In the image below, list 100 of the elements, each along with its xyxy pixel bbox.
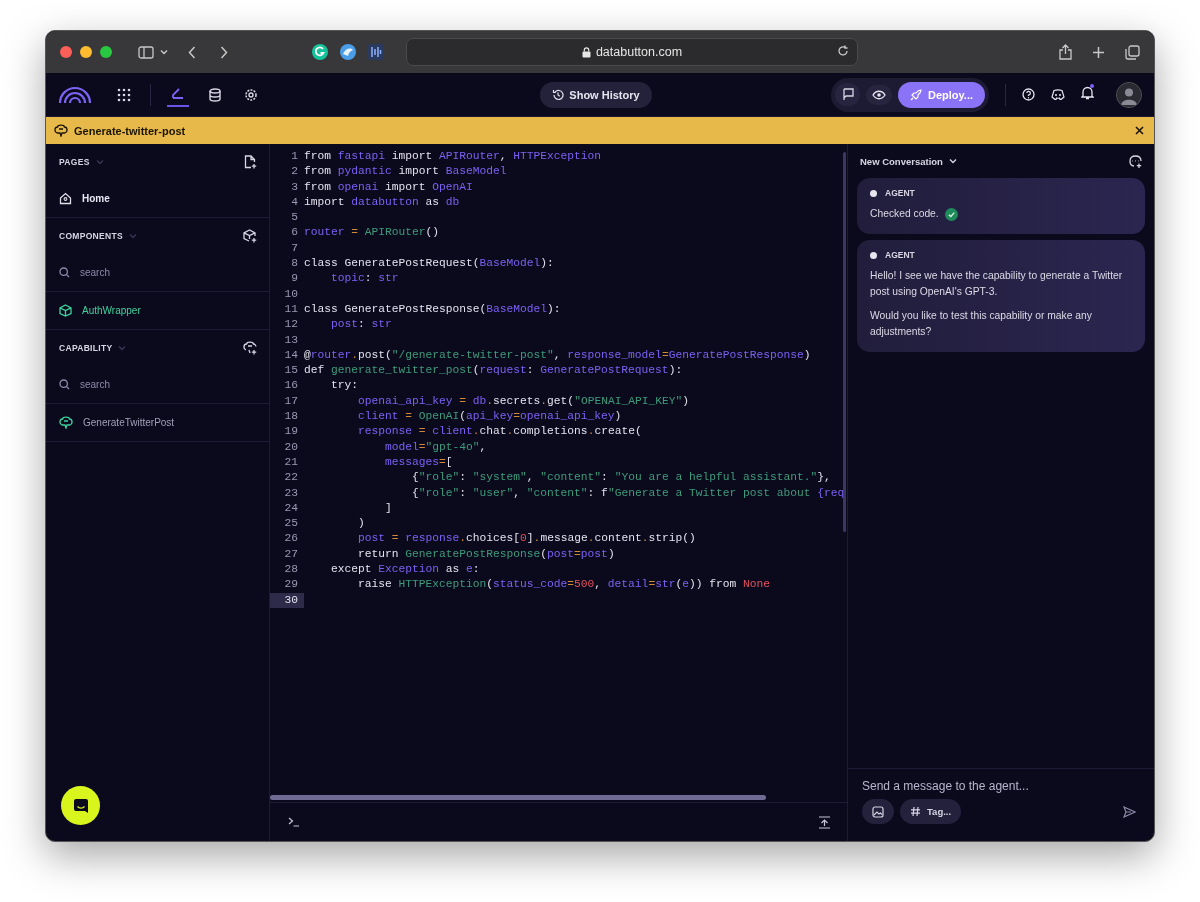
support-chat-button[interactable]	[61, 786, 100, 825]
code-line: class GeneratePostResponse(BaseModel):	[304, 301, 561, 317]
help-icon[interactable]	[1022, 88, 1035, 101]
code-line: post = response.choices[0].message.content.strip()	[357, 531, 696, 547]
code-line: def generate_twitter_post(request: GeneratePostRequest):	[304, 363, 683, 379]
lock-icon	[581, 46, 591, 58]
forward-icon[interactable]	[220, 45, 228, 59]
scrollbar[interactable]	[843, 152, 846, 532]
message-author: AGENT	[885, 250, 915, 260]
bell-icon	[1081, 85, 1094, 100]
pen-icon	[170, 85, 186, 102]
agent-dot	[870, 189, 877, 197]
close-icon	[1135, 126, 1144, 135]
sidebar-item[interactable]: GenerateTwitterPost	[46, 404, 269, 442]
conversation-title[interactable]: New Conversation	[860, 155, 943, 167]
line-number: 2	[290, 164, 299, 180]
line-number: 25	[283, 516, 299, 532]
rocket-icon	[910, 88, 922, 101]
settings-icon	[244, 87, 258, 102]
line-number: 1	[290, 149, 299, 164]
add-page-icon[interactable]	[244, 155, 257, 169]
preview-frame-button[interactable]	[835, 83, 860, 106]
line-number: 14	[283, 347, 299, 363]
code-line: raise HTTPException(status_code=500, detail=str(e)) from None	[357, 577, 770, 593]
reload-icon[interactable]	[837, 45, 849, 57]
code-line: router = APIRouter()	[304, 225, 440, 241]
search-field[interactable]: search	[46, 254, 269, 292]
code-line: client = OpenAI(api_key=openai_api_key)	[357, 409, 622, 425]
line-number: 23	[283, 485, 299, 501]
show-history-button[interactable]: Show History	[540, 81, 652, 108]
line-number: 30	[270, 592, 304, 608]
agent-dot	[870, 251, 877, 259]
line-number: 17	[283, 393, 299, 409]
brain-icon	[59, 416, 73, 429]
search-field[interactable]: search	[46, 366, 269, 404]
deploy-button[interactable]: Deploy...	[898, 81, 985, 108]
history-icon	[552, 88, 565, 101]
line-number: 28	[283, 562, 299, 577]
send-icon	[1123, 805, 1136, 818]
message-field[interactable]: Send a message to the agent...	[862, 779, 1112, 793]
sidebar-toggle-icon[interactable]	[138, 45, 154, 59]
line-number: 15	[283, 363, 299, 379]
preview-button[interactable]	[866, 84, 892, 105]
close-button[interactable]	[1133, 124, 1146, 137]
scrollbar[interactable]	[270, 794, 766, 800]
line-number: 5	[290, 210, 299, 226]
sidebar-item[interactable]: AuthWrapper	[46, 292, 269, 330]
code-line: import databutton as db	[304, 194, 460, 210]
line-number: 7	[290, 240, 299, 256]
section-title: CAPABILITY	[59, 343, 113, 353]
line-number: 21	[283, 454, 299, 470]
code-line: messages=[	[384, 454, 453, 470]
line-number: 13	[283, 332, 299, 348]
line-number: 12	[283, 317, 299, 333]
new-chat-icon[interactable]	[1129, 154, 1142, 168]
code-line: openai_api_key = db.secrets.get("OPENAI_API_KEY")	[357, 393, 689, 409]
apps-grid-icon	[117, 87, 131, 102]
back-icon[interactable]	[188, 45, 196, 59]
user-avatar[interactable]	[1116, 81, 1142, 108]
flag-icon	[841, 88, 854, 101]
code-line: class GeneratePostRequest(BaseModel):	[304, 256, 554, 272]
message-text: Checked code.	[870, 207, 939, 221]
tabs-overview-icon[interactable]	[1125, 44, 1140, 60]
chat-bubble-icon[interactable]	[1051, 88, 1065, 101]
close-window-button[interactable]	[60, 46, 72, 58]
section-title: COMPONENTS	[59, 231, 123, 241]
code-line: model="gpt-4o",	[384, 439, 487, 455]
cube-icon	[59, 304, 72, 317]
hash-icon	[910, 806, 921, 817]
upload-icon[interactable]	[818, 815, 831, 829]
share-icon[interactable]	[1059, 44, 1072, 60]
code-line: from fastapi import APIRouter, HTTPException	[304, 149, 602, 164]
tag-button[interactable]: Tag...	[900, 799, 962, 824]
code-line: post: str	[330, 317, 392, 333]
line-number: 10	[283, 286, 299, 302]
code-line: response = client.chat.completions.create(	[357, 424, 642, 440]
brain-icon	[54, 124, 68, 137]
terminal-icon[interactable]	[288, 817, 300, 827]
rainbow-logo[interactable]	[58, 85, 92, 104]
capability-title: Generate-twitter-post	[74, 124, 186, 137]
new-tab-icon[interactable]	[1092, 45, 1105, 59]
search-icon	[59, 379, 70, 390]
code-line: return GeneratePostResponse(post=post)	[357, 546, 615, 562]
code-line: from pydantic import BaseModel	[304, 164, 507, 180]
address-bar[interactable]: databutton.com	[406, 38, 858, 66]
minimize-window-button[interactable]	[80, 46, 92, 58]
chat-icon	[72, 797, 89, 814]
extension-icon[interactable]	[340, 44, 356, 60]
line-number: 4	[290, 194, 299, 210]
attach-image-button[interactable]	[862, 799, 894, 824]
line-number: 26	[283, 531, 299, 547]
line-number: 9	[290, 271, 299, 287]
add-component-icon[interactable]	[243, 229, 257, 243]
add-capability-icon[interactable]	[243, 341, 257, 355]
zoom-window-button[interactable]	[100, 46, 112, 58]
message-text: Would you like to test this capability or make any adjustments?	[870, 309, 1093, 339]
sidebar-item[interactable]: Home	[46, 180, 269, 218]
line-number: 27	[283, 546, 299, 562]
code-line: {"role": "user", "content": f"Generate a Twitter post about {req	[411, 485, 845, 501]
extension-icon[interactable]	[312, 44, 328, 60]
